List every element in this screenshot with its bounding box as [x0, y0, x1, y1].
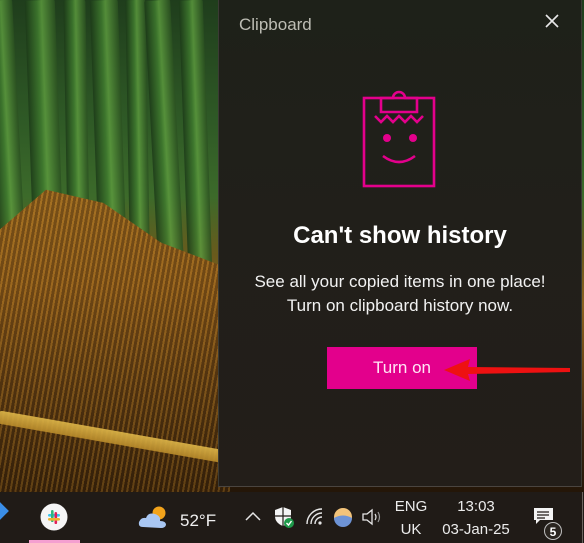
show-desktop-divider[interactable]: [582, 492, 583, 543]
language-indicator[interactable]: ENG UK: [394, 495, 428, 541]
windows-security-tray[interactable]: [273, 506, 295, 528]
clipboard-panel: Clipboard Can't show history See all you…: [218, 0, 582, 487]
panel-heading: Can't show history: [293, 222, 507, 249]
show-hidden-icons-button[interactable]: [244, 508, 262, 526]
description-line-1: See all your copied items in one place!: [254, 272, 546, 291]
windows-security-icon: [275, 507, 294, 528]
panel-title: Clipboard: [239, 15, 312, 34]
taskbar-app-icon-partial[interactable]: [0, 501, 9, 521]
taskbar-app-slack[interactable]: [40, 503, 68, 531]
language-region: UK: [400, 521, 422, 538]
description-line-2: Turn on clipboard history now.: [286, 296, 514, 315]
weather-widget[interactable]: [138, 503, 170, 531]
close-button[interactable]: [541, 10, 563, 32]
language-code: ENG: [394, 498, 428, 515]
app-tray-icon: [334, 508, 352, 527]
clock[interactable]: 13:03 03-Jan-25: [438, 495, 514, 541]
volume-icon: [362, 508, 381, 526]
wifi-tray[interactable]: [305, 507, 325, 527]
wifi-icon: [306, 508, 323, 525]
volume-tray[interactable]: [361, 507, 385, 527]
weather-temperature[interactable]: 52°F: [180, 511, 216, 531]
clock-date: 03-Jan-25: [442, 521, 510, 538]
slack-icon: [40, 503, 68, 531]
clock-time: 13:03: [457, 498, 495, 515]
chevron-up-icon: [245, 511, 261, 521]
app-tray[interactable]: [333, 507, 353, 527]
panel-description: See all your copied items in one place! …: [219, 270, 581, 318]
smiling-clipboard-icon: [362, 90, 436, 188]
close-icon: [545, 14, 559, 28]
partly-cloudy-icon: [138, 506, 166, 528]
red-arrow-annotation: [444, 359, 570, 381]
notification-count-badge: 5: [544, 522, 562, 540]
taskbar: 52°F ENG UK 13:03 03-Jan-25: [0, 492, 584, 543]
